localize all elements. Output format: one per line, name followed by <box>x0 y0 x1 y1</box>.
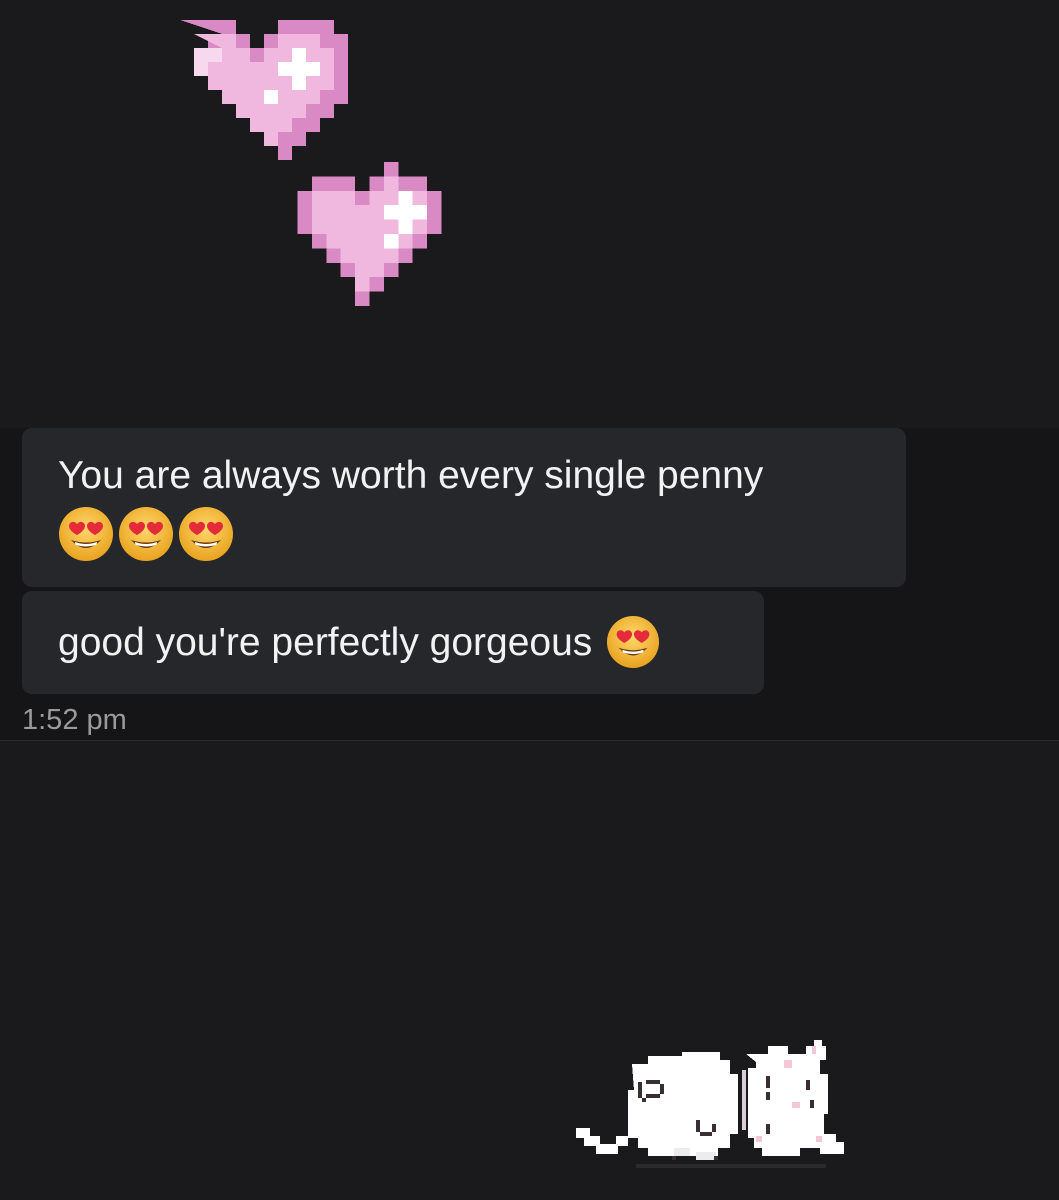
pixel-heart-sticker-small <box>296 162 443 306</box>
sleeping-cat-sticker <box>576 1040 858 1170</box>
message-timestamp: 1:52 pm <box>22 704 127 736</box>
message-bubble[interactable]: You are always worth every single penny <box>22 428 906 587</box>
pixel-heart-icon <box>297 162 442 306</box>
message-text: good you're perfectly gorgeous <box>58 621 593 664</box>
heart-eyes-emoji-icon <box>59 507 113 561</box>
pixel-heart-sticker-large <box>166 18 348 162</box>
heart-eyes-emoji-icon <box>119 507 173 561</box>
emoji-row <box>58 506 870 562</box>
sleeping-cat-icon <box>576 1040 844 1168</box>
message-text: You are always worth every single penny <box>58 454 764 497</box>
heart-eyes-emoji-icon <box>179 507 233 561</box>
pixel-heart-icon <box>180 20 348 160</box>
heart-eyes-emoji-icon <box>607 615 660 668</box>
message-bubble[interactable]: good you're perfectly gorgeous <box>22 591 764 694</box>
